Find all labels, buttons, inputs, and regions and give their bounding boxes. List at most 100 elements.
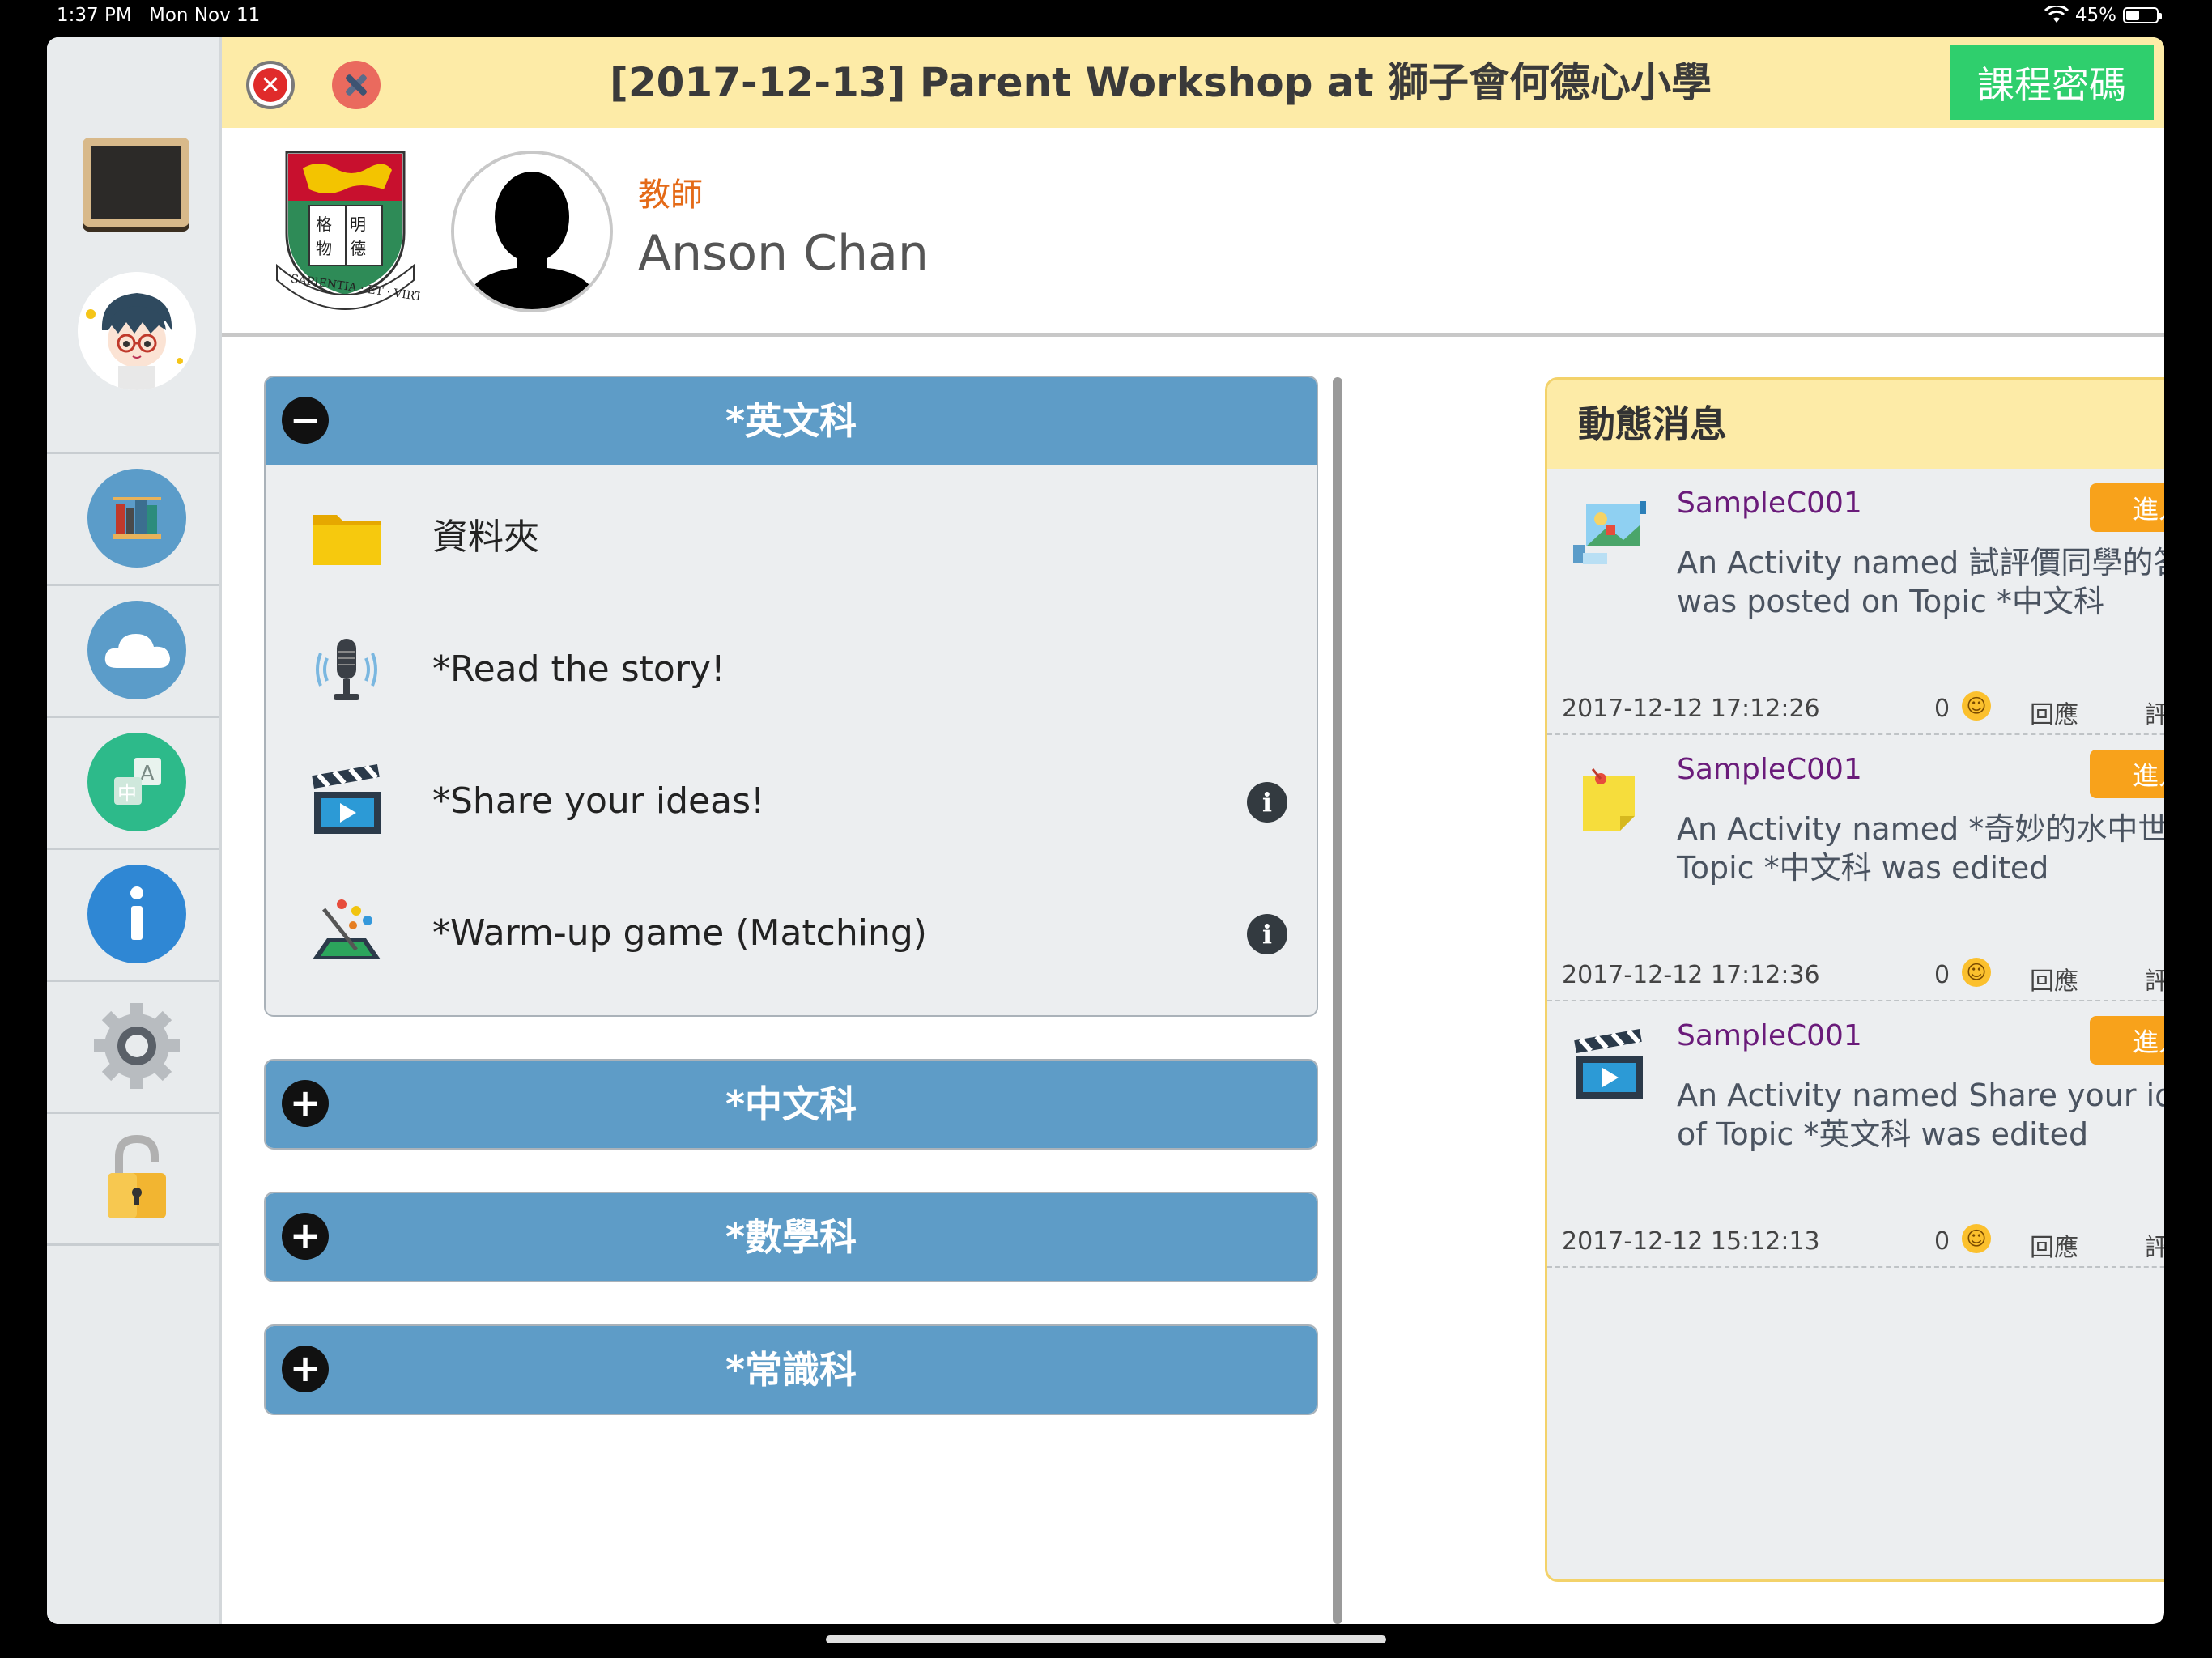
news-user[interactable]: SampleC001 [1677, 753, 1862, 786]
video-clapper-icon [1574, 1029, 1643, 1099]
svg-text:格: 格 [316, 215, 332, 234]
comments-button[interactable]: 評語(0) [2145, 1227, 2164, 1263]
topic-english: − *英文科 資料夾 *Read the story! *Share your … [264, 376, 1318, 1017]
close-button[interactable]: ✕ [246, 61, 295, 109]
video-clapper-icon [312, 764, 381, 834]
activity-item-warmup-game[interactable]: *Warm-up game (Matching) i [266, 867, 1317, 999]
svg-text:明: 明 [350, 215, 366, 234]
news-feed-title: 動態消息 [1547, 380, 2164, 469]
wifi-icon [2044, 6, 2069, 23]
topic-title: *數學科 [725, 1215, 857, 1259]
scrollbar[interactable] [1333, 377, 1342, 1624]
topic-title: *中文科 [725, 1082, 857, 1126]
tools-button[interactable] [332, 61, 381, 109]
app-window: A 中 ✕ [2017-12-13] Parent Workshop at 獅子… [47, 37, 2164, 1624]
school-crest-logo: 格 明 物 德 SAPIENTIA · ET · VIRTUS [270, 144, 440, 314]
info-icon[interactable]: i [1247, 782, 1287, 823]
smile-emoji-icon[interactable]: ☺ [1962, 691, 1991, 721]
smile-emoji-icon[interactable]: ☺ [1962, 958, 1991, 987]
status-date: Mon Nov 11 [149, 5, 261, 26]
top-bar: ✕ [2017-12-13] Parent Workshop at 獅子會何德心… [222, 37, 2164, 128]
info-icon[interactable]: i [1247, 914, 1287, 954]
svg-text:物: 物 [316, 239, 332, 258]
user-avatar[interactable] [78, 272, 196, 390]
activity-item-folder[interactable]: 資料夾 [266, 471, 1317, 603]
library-icon [87, 469, 186, 568]
news-timestamp: 2017-12-12 15:12:13 [1562, 1227, 1820, 1256]
profile-photo[interactable] [451, 151, 613, 312]
close-icon: ✕ [253, 68, 287, 102]
image-activity-icon [1573, 501, 1646, 564]
course-code-button[interactable]: 課程密碼 [1950, 45, 2154, 120]
topic-general-studies: + *常識科 [264, 1324, 1318, 1415]
folder-icon [313, 515, 381, 565]
news-item: SampleC001 進入活動 An Activity named 試評價同學的… [1547, 469, 2164, 735]
activity-item-read-story[interactable]: *Read the story! [266, 603, 1317, 735]
comments-button[interactable]: 評語(0) [2145, 695, 2164, 730]
reply-button[interactable]: 回應 [2030, 1227, 2078, 1263]
news-item: SampleC001 進入活動 An Activity named Share … [1547, 1001, 2164, 1268]
sidebar-item-cloud[interactable] [47, 586, 219, 718]
sidebar-item-lock[interactable] [47, 1114, 219, 1246]
topic-header[interactable]: + *常識科 [266, 1326, 1317, 1414]
smile-emoji-icon[interactable]: ☺ [1962, 1224, 1991, 1253]
sticky-note-icon [1583, 768, 1635, 831]
reply-button[interactable]: 回應 [2030, 695, 2078, 730]
svg-text:A: A [140, 762, 155, 786]
like-count: 0 [1934, 961, 1950, 989]
topic-math: + *數學科 [264, 1192, 1318, 1282]
sidebar-item-translate[interactable]: A 中 [47, 718, 219, 850]
lock-icon [87, 1129, 186, 1227]
translate-icon: A 中 [87, 733, 186, 831]
user-role: 教師 [638, 176, 703, 214]
news-meta: 2017-12-12 17:12:36 0 ☺ 回應 評語(0) [1562, 958, 2164, 996]
activity-label: *Share your ideas! [432, 780, 765, 822]
profile-header: 格 明 物 德 SAPIENTIA · ET · VIRTUS 教師 Anson… [222, 128, 2164, 337]
comments-button[interactable]: 評語(0) [2145, 961, 2164, 997]
sidebar-item-info[interactable] [47, 850, 219, 982]
activity-item-share-ideas[interactable]: *Share your ideas! i [266, 735, 1317, 867]
news-item: SampleC001 進入活動 An Activity named *奇妙的水中… [1547, 735, 2164, 1001]
news-message: An Activity named *奇妙的水中世界 of Topic *中文科… [1677, 811, 2164, 886]
like-count: 0 [1934, 695, 1950, 723]
enter-activity-button[interactable]: 進入活動 [2090, 483, 2164, 532]
cartoon-avatar-icon [78, 272, 196, 390]
sidebar-item-library[interactable] [47, 454, 219, 586]
topic-title: *常識科 [725, 1348, 857, 1392]
blackboard-icon[interactable] [83, 138, 189, 227]
news-message: An Activity named Share your ideas! of T… [1677, 1078, 2164, 1152]
activity-label: 資料夾 [432, 517, 539, 558]
reply-button[interactable]: 回應 [2030, 961, 2078, 997]
activity-list: 資料夾 *Read the story! *Share your ideas! … [266, 465, 1317, 1015]
news-timestamp: 2017-12-12 17:12:36 [1562, 961, 1820, 989]
expand-icon[interactable]: + [282, 1080, 329, 1127]
news-timestamp: 2017-12-12 17:12:26 [1562, 695, 1820, 723]
news-user[interactable]: SampleC001 [1677, 487, 1862, 520]
main-area: ✕ [2017-12-13] Parent Workshop at 獅子會何德心… [222, 37, 2164, 1624]
collapse-icon[interactable]: − [282, 397, 329, 444]
sidebar-item-settings[interactable] [47, 982, 219, 1114]
enter-activity-button[interactable]: 進入活動 [2090, 1016, 2164, 1065]
news-user[interactable]: SampleC001 [1677, 1019, 1862, 1052]
sidebar: A 中 [47, 37, 222, 1624]
topic-title: *英文科 [725, 399, 857, 443]
status-bar: 1:37 PM Mon Nov 11 45% [0, 0, 2212, 37]
person-silhouette-icon [454, 154, 610, 309]
page-title: [2017-12-13] Parent Workshop at 獅子會何德心小學 [609, 59, 1712, 106]
enter-activity-button[interactable]: 進入活動 [2090, 750, 2164, 798]
svg-text:中: 中 [117, 782, 137, 805]
activity-label: *Read the story! [432, 648, 725, 690]
topic-header[interactable]: + *中文科 [266, 1061, 1317, 1148]
topic-chinese: + *中文科 [264, 1059, 1318, 1150]
activity-label: *Warm-up game (Matching) [432, 912, 927, 954]
info-icon [87, 865, 186, 963]
expand-icon[interactable]: + [282, 1346, 329, 1392]
home-indicator[interactable] [826, 1635, 1386, 1643]
news-meta: 2017-12-12 17:12:26 0 ☺ 回應 評語(0) [1562, 691, 2164, 730]
like-count: 0 [1934, 1227, 1950, 1256]
topic-header[interactable]: − *英文科 [266, 377, 1317, 465]
topic-header[interactable]: + *數學科 [266, 1193, 1317, 1281]
battery-icon [2123, 7, 2162, 23]
cloud-icon [87, 601, 186, 699]
expand-icon[interactable]: + [282, 1213, 329, 1260]
